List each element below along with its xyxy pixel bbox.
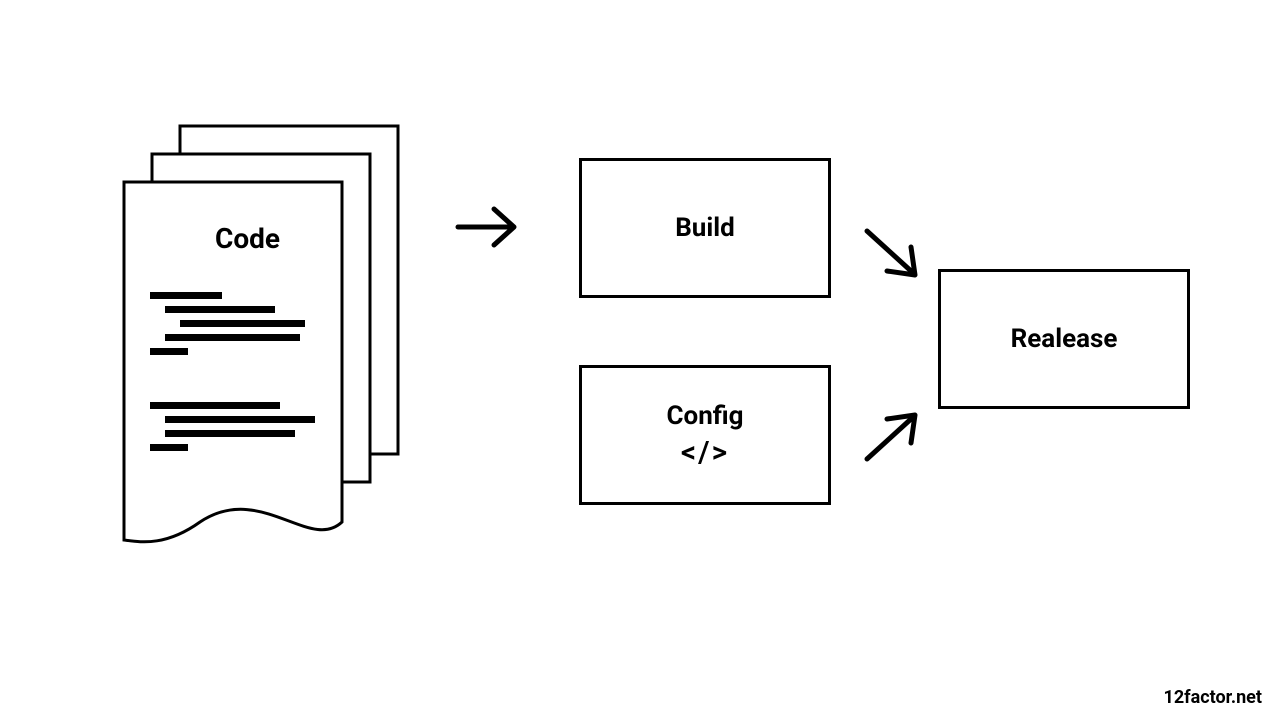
arrow-code-to-build [450,192,540,262]
code-brackets-icon: </> [681,435,729,470]
config-label: Config [667,401,744,431]
arrow-build-to-release [855,215,945,305]
attribution-text: 12factor.net [1164,687,1262,708]
code-document-icon [110,122,410,582]
code-label: Code [215,222,280,255]
arrow-config-to-release [855,395,945,485]
build-label: Build [675,213,735,243]
release-box: Realease [938,269,1190,409]
release-label: Realease [1011,324,1118,354]
diagram-stage: Code Build Config </> Realease 12factor.… [0,0,1280,720]
build-box: Build [579,158,831,298]
config-box: Config </> [579,365,831,505]
